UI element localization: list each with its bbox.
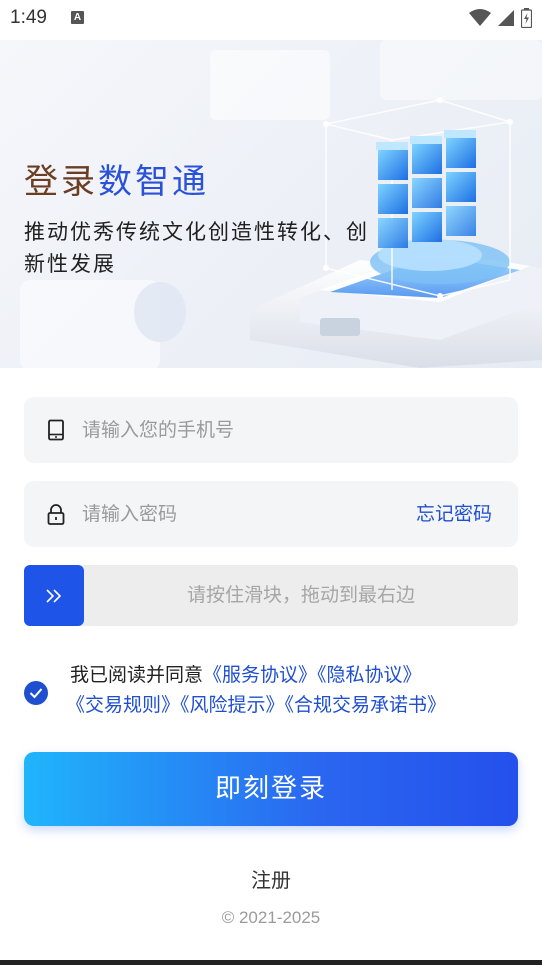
password-field[interactable]: 忘记密码 bbox=[24, 481, 518, 547]
slider-handle[interactable] bbox=[24, 565, 84, 626]
agreement-checkbox[interactable] bbox=[24, 681, 48, 705]
phone-field[interactable] bbox=[24, 397, 518, 463]
wifi-icon bbox=[469, 9, 491, 26]
service-agreement-link[interactable]: 《服务协议》 bbox=[203, 664, 317, 686]
trading-rules-link[interactable]: 《交易规则》 bbox=[66, 694, 180, 716]
agreement-row: 我已阅读并同意《服务协议》《隐私协议》 《交易规则》《风险提示》《合规交易承诺书… bbox=[24, 660, 518, 724]
cellular-signal-icon bbox=[498, 10, 514, 26]
banner-title-login: 登录 bbox=[24, 162, 98, 202]
status-icons bbox=[469, 8, 532, 28]
navigation-handle bbox=[0, 960, 542, 965]
copyright-text: © 2021-2025 bbox=[221, 908, 321, 927]
slider-captcha[interactable]: 请按住滑块，拖动到最右边 bbox=[24, 565, 518, 626]
status-time: 1:49 bbox=[10, 7, 47, 28]
agreement-text: 我已阅读并同意《服务协议》《隐私协议》 《交易规则》《风险提示》《合规交易承诺书… bbox=[66, 660, 518, 720]
risk-notice-link[interactable]: 《风险提示》 bbox=[180, 694, 285, 716]
lock-icon bbox=[47, 504, 65, 525]
password-input[interactable] bbox=[82, 481, 382, 547]
slider-hint: 请按住滑块，拖动到最右边 bbox=[186, 584, 415, 606]
login-banner: 登录数智通 推动优秀传统文化创造性转化、创新性发展 bbox=[0, 40, 542, 368]
banner-title-brand: 数智通 bbox=[98, 162, 209, 202]
banner-title: 登录数智通 bbox=[24, 154, 209, 203]
battery-icon bbox=[521, 8, 532, 28]
notification-icon: A bbox=[71, 11, 84, 24]
register-link[interactable]: 注册 bbox=[0, 864, 542, 893]
double-chevron-right-icon bbox=[46, 588, 62, 603]
agreement-prefix: 我已阅读并同意 bbox=[70, 664, 204, 686]
compliance-commitment-link[interactable]: 《合规交易承诺书》 bbox=[285, 694, 447, 716]
forgot-password-link[interactable]: 忘记密码 bbox=[416, 481, 492, 547]
checkmark-icon bbox=[29, 688, 43, 699]
login-button[interactable]: 即刻登录 bbox=[24, 752, 518, 826]
phone-input[interactable] bbox=[82, 397, 382, 463]
phone-icon bbox=[48, 419, 64, 441]
status-bar: 1:49 A bbox=[0, 0, 542, 40]
privacy-agreement-link[interactable]: 《隐私协议》 bbox=[317, 664, 422, 686]
data-cube-illustration bbox=[20, 40, 542, 368]
banner-subtitle: 推动优秀传统文化创造性转化、创新性发展 bbox=[24, 220, 369, 276]
